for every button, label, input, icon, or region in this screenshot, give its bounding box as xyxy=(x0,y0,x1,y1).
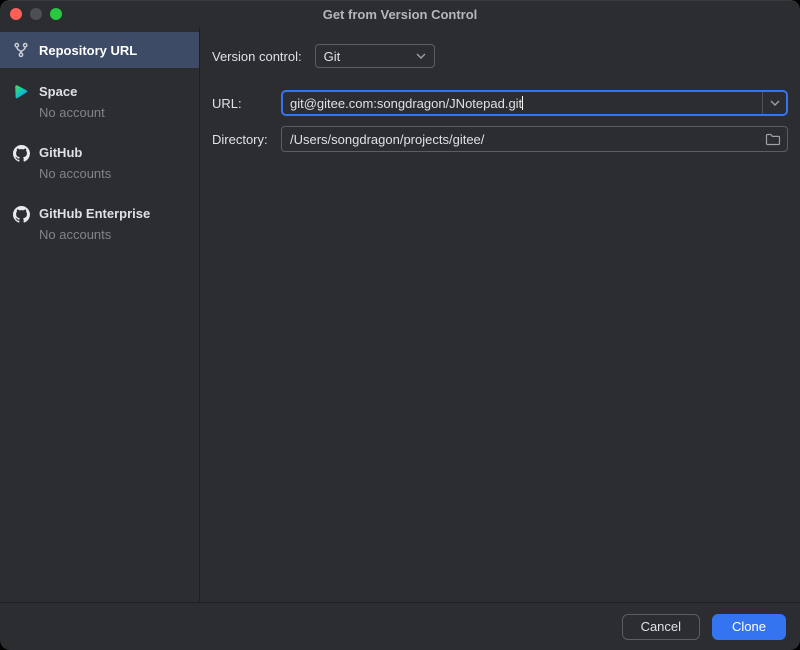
git-branch-icon xyxy=(12,41,30,59)
traffic-lights xyxy=(10,8,62,20)
sidebar-item-sublabel: No accounts xyxy=(12,226,187,244)
version-control-value: Git xyxy=(324,49,416,64)
window-title: Get from Version Control xyxy=(323,7,478,22)
text-caret xyxy=(522,96,523,110)
sidebar-item-sublabel: No account xyxy=(12,104,187,122)
github-icon xyxy=(12,144,30,162)
version-control-label: Version control: xyxy=(212,49,302,64)
sidebar-item-github-enterprise[interactable]: GitHub Enterprise No accounts xyxy=(0,205,199,244)
url-value: git@gitee.com:songdragon/JNotepad.git xyxy=(290,96,522,111)
sidebar-item-label: Repository URL xyxy=(39,43,137,58)
sidebar-item-space[interactable]: Space No account xyxy=(0,83,199,122)
chevron-down-icon xyxy=(416,53,426,59)
directory-input[interactable]: /Users/songdragon/projects/gitee/ xyxy=(281,126,788,152)
directory-value: /Users/songdragon/projects/gitee/ xyxy=(282,132,759,147)
github-icon xyxy=(12,205,30,223)
browse-folder-button[interactable] xyxy=(759,127,787,151)
sidebar-item-github[interactable]: GitHub No accounts xyxy=(0,144,199,183)
sidebar-item-label: GitHub xyxy=(39,144,82,162)
main-panel: Version control: Git URL: git@gitee.com:… xyxy=(200,28,800,602)
close-button[interactable] xyxy=(10,8,22,20)
clone-button[interactable]: Clone xyxy=(712,614,786,640)
version-control-select[interactable]: Git xyxy=(315,44,435,68)
cancel-button[interactable]: Cancel xyxy=(622,614,700,640)
dialog-content: Repository URL xyxy=(0,28,800,602)
sidebar: Repository URL xyxy=(0,28,200,602)
url-input[interactable]: git@gitee.com:songdragon/JNotepad.git xyxy=(281,90,788,116)
get-from-version-control-dialog: Get from Version Control Repository URL xyxy=(0,0,800,650)
sidebar-item-repository-url[interactable]: Repository URL xyxy=(0,32,199,68)
minimize-button xyxy=(30,8,42,20)
dialog-footer: Cancel Clone xyxy=(0,602,800,650)
version-control-row: Version control: Git xyxy=(212,44,788,68)
url-label: URL: xyxy=(212,96,281,111)
zoom-button[interactable] xyxy=(50,8,62,20)
titlebar: Get from Version Control xyxy=(0,0,800,28)
sidebar-item-label: GitHub Enterprise xyxy=(39,205,150,223)
url-dropdown-button[interactable] xyxy=(762,92,786,114)
sidebar-item-sublabel: No accounts xyxy=(12,165,187,183)
space-icon xyxy=(12,83,30,101)
directory-row: Directory: /Users/songdragon/projects/gi… xyxy=(212,126,788,152)
url-row: URL: git@gitee.com:songdragon/JNotepad.g… xyxy=(212,90,788,116)
sidebar-item-label: Space xyxy=(39,83,77,101)
directory-label: Directory: xyxy=(212,132,281,147)
